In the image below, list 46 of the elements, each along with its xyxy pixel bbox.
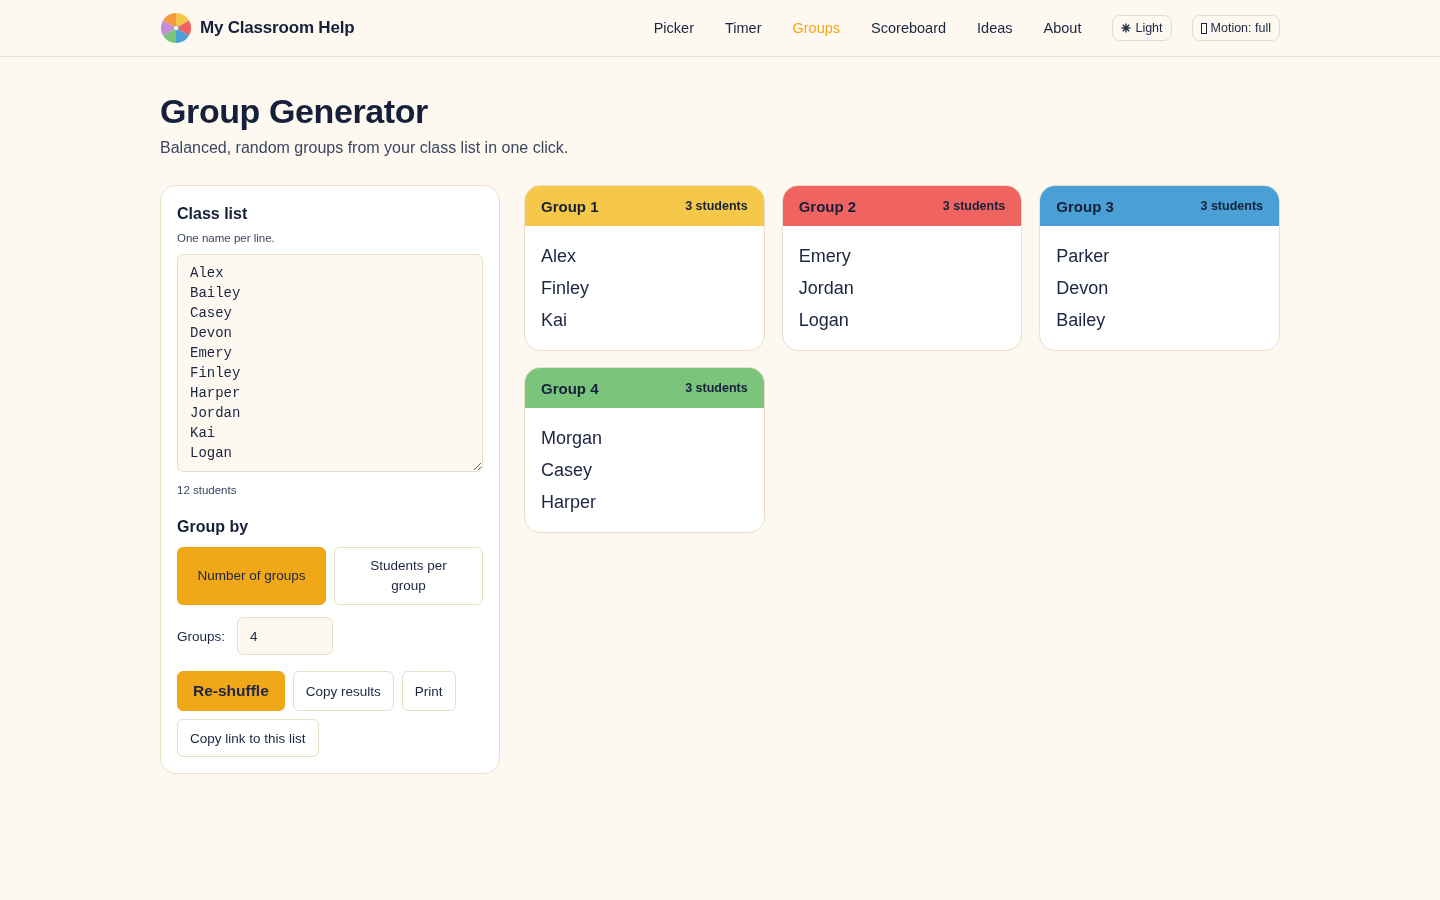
brand-name[interactable]: My Classroom Help [200,18,355,38]
action-button[interactable]: Re-shuffle [177,671,285,711]
group-count: 3 students [685,199,748,213]
class-list-hint: One name per line. [177,231,276,246]
student-name: Kai [541,309,568,332]
student-name: Logan [798,309,850,332]
nav-link[interactable]: Picker [653,20,694,36]
nav-link[interactable]: Ideas [977,20,1013,36]
group-title: Group 1 [541,197,599,215]
group-count: 3 students [942,199,1006,213]
box-icon [1200,22,1207,34]
group-title: Group 4 [541,379,599,397]
nav-link[interactable]: Scoreboard [871,20,947,36]
groups-count-label: Groups: [177,628,226,644]
group-mode-option[interactable]: Students per group [334,547,483,605]
action-button[interactable]: Print [401,671,456,711]
student-name: Harper [541,491,598,514]
group-count: 3 students [685,381,748,395]
student-name: Casey [541,459,594,482]
groups-count-field[interactable]: 4 [237,617,334,655]
nav-link[interactable]: Timer [725,20,762,36]
theme-button[interactable]: Light [1112,15,1172,41]
student-name: Morgan [541,427,604,450]
group-title: Group 2 [798,197,857,215]
group-title: Group 3 [1056,197,1114,215]
student-name: Finley [541,277,590,300]
student-name: Devon [1056,277,1110,300]
page-title: Group Generator [160,91,429,132]
student-name: Jordan [798,277,855,300]
student-name: Bailey [1056,309,1107,332]
page-subtitle: Balanced, random groups from your class list in one click. [160,138,570,158]
student-name: Parker [1056,245,1111,268]
student-name: Emery [798,245,852,268]
color-wheel-logo-icon [161,13,191,43]
action-button[interactable]: Copy link to this list [177,719,319,757]
action-button[interactable]: Copy results [292,671,394,711]
motion-button[interactable]: Motion: full [1191,15,1280,41]
group-by-label: Group by [177,517,250,537]
sun-icon [1121,23,1132,33]
nav-link[interactable]: About [1043,20,1082,36]
class-list-field[interactable]: Alex Bailey Casey Devon Emery Finley Harper Jordan Kai Logan [177,254,483,472]
group-count: 3 students [1200,199,1263,213]
student-name: Alex [541,245,577,268]
class-list-label: Class list [177,204,249,224]
student-count: 12 students [177,483,238,498]
group-mode-option[interactable]: Number of groups [177,547,326,605]
